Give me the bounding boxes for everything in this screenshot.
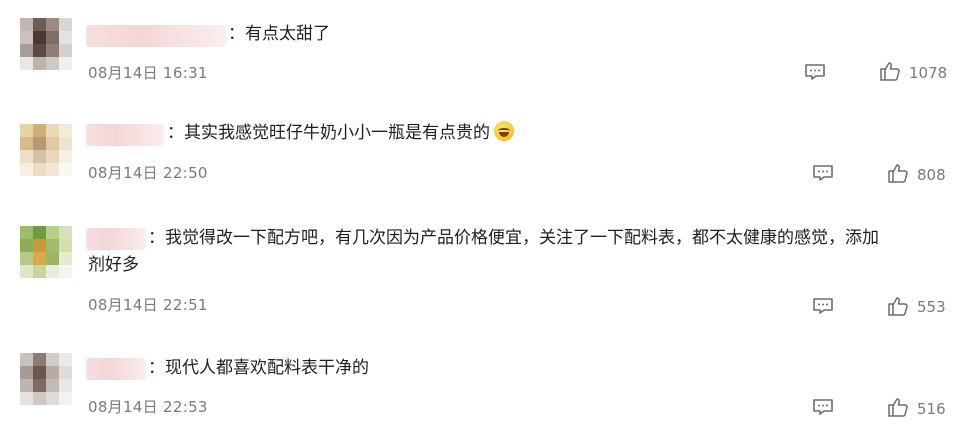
avatar-pixel xyxy=(46,252,59,265)
comment-timestamp: 08月14日 22:53 xyxy=(88,398,208,416)
avatar-pixel xyxy=(33,124,46,137)
avatar-pixel xyxy=(59,150,72,163)
avatar-pixel xyxy=(20,366,33,379)
avatar-pixel xyxy=(59,137,72,150)
avatar-pixel xyxy=(59,392,72,405)
avatar-pixel xyxy=(20,265,33,278)
avatar-pixel xyxy=(46,163,59,176)
avatar-pixel xyxy=(33,137,46,150)
avatar-pixel xyxy=(20,239,33,252)
avatar-pixel xyxy=(59,252,72,265)
thumbs-up-icon[interactable] xyxy=(887,397,909,417)
avatar-pixel xyxy=(20,124,33,137)
avatar-pixel xyxy=(33,163,46,176)
comment-text: ：其实我感觉旺仔牛奶小小一瓶是有点贵的 xyxy=(167,120,514,147)
avatar-pixel xyxy=(59,226,72,239)
like-count: 808 xyxy=(917,166,946,184)
avatar-pixel xyxy=(33,379,46,392)
avatar-pixel xyxy=(33,265,46,278)
username-redacted[interactable] xyxy=(86,228,146,250)
comment-timestamp: 08月14日 22:50 xyxy=(88,164,208,182)
avatar-pixel xyxy=(33,366,46,379)
comment-text: ：现代人都喜欢配料表干净的 xyxy=(148,358,369,378)
avatar-pixel xyxy=(46,265,59,278)
avatar-pixel xyxy=(20,150,33,163)
avatar-pixel xyxy=(20,163,33,176)
avatar-pixel xyxy=(20,252,33,265)
avatar-pixel xyxy=(46,239,59,252)
avatar-pixel xyxy=(46,124,59,137)
avatar-pixel xyxy=(33,252,46,265)
avatar-pixel xyxy=(59,265,72,278)
crying-laughing-emoji-icon xyxy=(494,121,514,141)
avatar[interactable] xyxy=(20,124,72,176)
avatar-pixel xyxy=(46,226,59,239)
avatar-pixel xyxy=(20,379,33,392)
avatar-pixel xyxy=(46,353,59,366)
username-redacted[interactable] xyxy=(86,124,164,146)
comment-text-continued: 剂好多 xyxy=(88,255,139,275)
avatar-pixel xyxy=(46,379,59,392)
avatar-pixel xyxy=(33,239,46,252)
avatar-pixel xyxy=(33,353,46,366)
like-count: 516 xyxy=(917,400,946,418)
avatar-pixel xyxy=(33,150,46,163)
avatar-pixel xyxy=(46,392,59,405)
avatar-pixel xyxy=(59,239,72,252)
avatar-pixel xyxy=(59,163,72,176)
comment-reply-icon[interactable] xyxy=(812,398,834,416)
avatar[interactable] xyxy=(20,226,72,278)
avatar-pixel xyxy=(59,353,72,366)
comment-item: ：现代人都喜欢配料表干净的 08月14日 22:53 516 xyxy=(0,0,960,418)
avatar-pixel xyxy=(20,353,33,366)
avatar-pixel xyxy=(59,366,72,379)
avatar-pixel xyxy=(46,366,59,379)
comment-text-body: ：其实我感觉旺仔牛奶小小一瓶是有点贵的 xyxy=(167,123,490,143)
username-redacted[interactable] xyxy=(86,358,146,380)
avatar-pixel xyxy=(20,137,33,150)
avatar-pixel xyxy=(20,392,33,405)
thumbs-up-icon[interactable] xyxy=(887,163,909,183)
comment-text: ：我觉得改一下配方吧，有几次因为产品价格便宜，关注了一下配料表，都不太健康的感觉… xyxy=(148,228,879,248)
thumbs-up-icon[interactable] xyxy=(887,296,909,316)
avatar-pixel xyxy=(20,226,33,239)
like-count: 553 xyxy=(917,298,946,316)
avatar-pixel xyxy=(33,226,46,239)
avatar[interactable] xyxy=(20,353,72,405)
comment-reply-icon[interactable] xyxy=(812,297,834,315)
comment-timestamp: 08月14日 22:51 xyxy=(88,296,208,314)
avatar-pixel xyxy=(46,150,59,163)
avatar-pixel xyxy=(33,392,46,405)
avatar-pixel xyxy=(59,379,72,392)
comment-reply-icon[interactable] xyxy=(812,164,834,182)
avatar-pixel xyxy=(46,137,59,150)
avatar-pixel xyxy=(59,124,72,137)
